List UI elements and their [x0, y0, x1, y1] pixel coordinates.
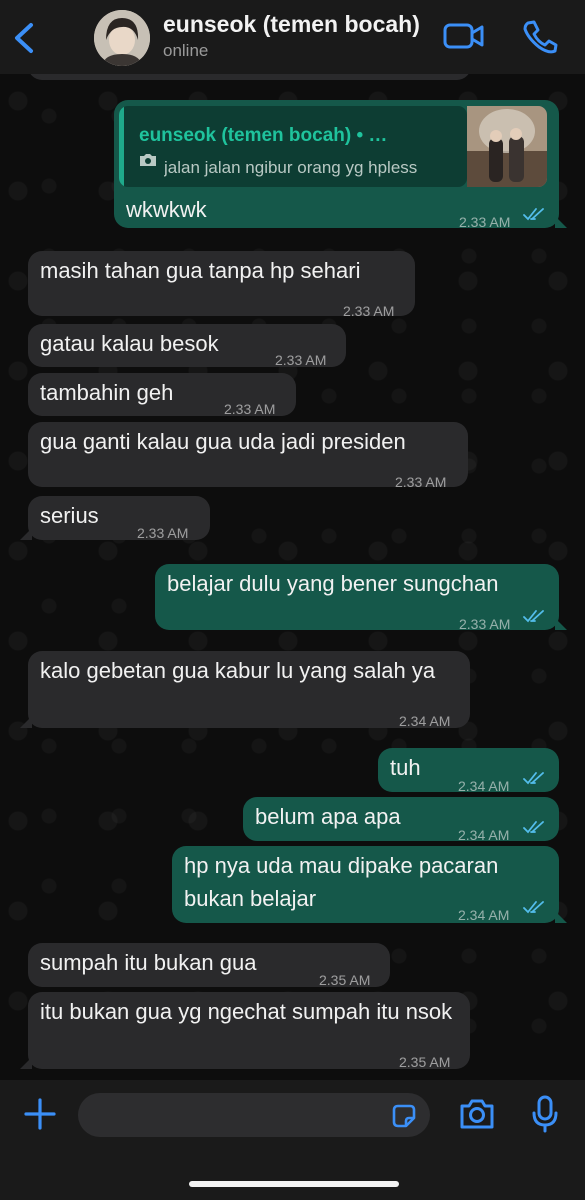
bubble-tail	[20, 716, 32, 728]
video-call-icon[interactable]	[442, 16, 486, 56]
microphone-icon[interactable]	[530, 1094, 560, 1134]
bubble-tail	[555, 618, 567, 630]
message-bubble-incoming[interactable]: sumpah itu bukan gua 2.35 AM	[28, 943, 390, 988]
sticker-icon[interactable]	[390, 1102, 418, 1130]
message-time: 2.33 AM	[343, 303, 395, 319]
message-list[interactable]: eunseok (temen bocah) • Status jalan jal…	[0, 74, 585, 1080]
message-bubble-outgoing[interactable]: eunseok (temen bocah) • Status jalan jal…	[114, 100, 567, 230]
message-time: 2.33 AM	[459, 214, 511, 230]
message-bubble-incoming[interactable]: masih tahan gua tanpa hp sehari 2.33 AM	[28, 251, 415, 319]
status-thumbnail	[467, 106, 547, 187]
contact-name[interactable]: eunseok (temen bocah)	[163, 11, 433, 38]
message-text: gua ganti kalau gua uda jadi presiden	[40, 429, 406, 454]
message-bubble-incoming[interactable]: serius 2.33 AM	[20, 496, 210, 541]
quote-bar	[119, 106, 124, 187]
message-time: 2.33 AM	[395, 474, 447, 490]
contact-status: online	[163, 41, 209, 60]
home-indicator	[189, 1181, 399, 1187]
message-time: 2.33 AM	[137, 525, 189, 541]
message-input[interactable]	[78, 1093, 430, 1137]
quoted-text: jalan jalan ngibur orang yg hpless	[164, 158, 418, 177]
message-bubble-outgoing[interactable]: tuh 2.34 AM	[378, 748, 559, 794]
message-time: 2.34 AM	[399, 713, 451, 729]
chevron-left-icon[interactable]	[10, 20, 40, 56]
avatar[interactable]	[94, 10, 150, 66]
camera-icon[interactable]	[458, 1096, 496, 1132]
message-bubble-outgoing[interactable]: belajar dulu yang bener sungchan 2.33 AM	[155, 564, 567, 632]
read-receipt-icon	[523, 610, 544, 623]
quoted-name: eunseok (temen bocah) • Status	[139, 125, 389, 146]
phone-icon[interactable]	[519, 16, 563, 56]
quoted-status[interactable]: eunseok (temen bocah) • Status jalan jal…	[119, 106, 467, 187]
read-receipt-icon	[523, 208, 544, 221]
message-bubble-incoming[interactable]: gua ganti kalau gua uda jadi presiden 2.…	[28, 422, 468, 490]
camera-icon	[140, 154, 156, 166]
message-time: 2.33 AM	[459, 616, 511, 632]
read-receipt-icon	[523, 901, 544, 914]
message-bubble-incoming[interactable]: itu bukan gua yg ngechat sumpah itu nsok…	[20, 992, 470, 1070]
message-bubble-outgoing[interactable]: belum apa apa 2.34 AM	[243, 797, 559, 843]
bubble-tail	[555, 911, 567, 923]
message-bubble-incoming[interactable]: tambahin geh 2.33 AM	[28, 373, 296, 417]
bubble-tail	[20, 1057, 32, 1069]
message-bubble-outgoing[interactable]: hp nya uda mau dipake pacaran bukan bela…	[172, 846, 567, 923]
message-bubble-incoming[interactable]: gatau kalau besok 2.33 AM	[28, 324, 346, 368]
message-text: masih tahan gua tanpa hp sehari	[40, 258, 361, 283]
message-text: kalo gebetan gua kabur lu yang salah ya	[40, 658, 436, 683]
read-receipt-icon	[523, 772, 544, 785]
message-time: 2.34 AM	[458, 907, 510, 923]
message-text: itu bukan gua yg ngechat sumpah itu nsok	[40, 999, 453, 1024]
message-text: belajar dulu yang bener sungchan	[167, 571, 499, 596]
previous-message-fragment	[28, 74, 471, 80]
message-time: 2.35 AM	[399, 1054, 451, 1070]
read-receipt-icon	[523, 821, 544, 834]
bubble-tail	[555, 216, 567, 228]
plus-icon[interactable]	[22, 1096, 58, 1132]
message-bubble-incoming[interactable]: kalo gebetan gua kabur lu yang salah ya …	[20, 651, 470, 729]
chat-header: eunseok (temen bocah) online	[0, 0, 585, 74]
bubble-tail	[20, 528, 32, 540]
